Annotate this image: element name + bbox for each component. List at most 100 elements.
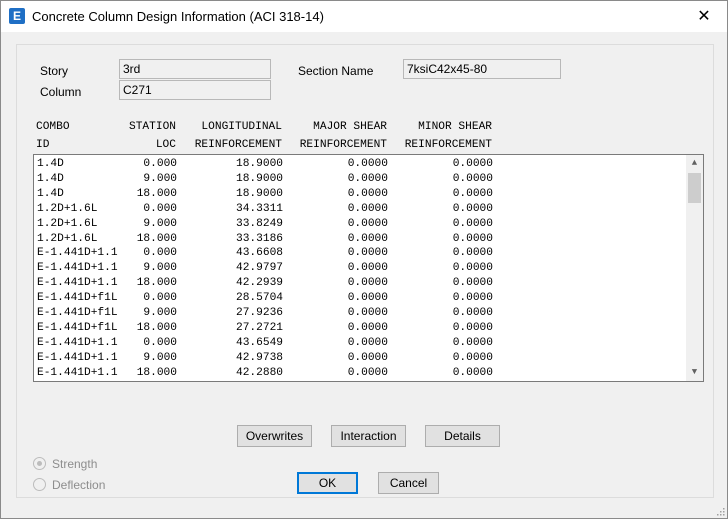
column-header-station: LOC [155,139,176,151]
chevron-up-icon[interactable]: ▲ [686,155,703,172]
section-name-label: Section Name [298,64,374,78]
resize-grip-icon[interactable] [715,506,725,516]
cell-major-shear: 0.0000 [347,321,388,334]
cell-minor-shear: 0.0000 [452,217,493,230]
cell-station: 9.000 [143,351,177,364]
table-row[interactable]: E-1.441D+1.1 18.000 42.2939 0.0000 0.0000 [34,276,684,291]
cell-minor-shear: 0.0000 [452,158,493,170]
cell-minor-shear: 0.0000 [452,262,493,275]
section-name-value: 7ksiC42x45-80 [403,59,561,79]
cell-station: 0.000 [143,336,177,349]
cell-major-shear: 0.0000 [347,158,388,170]
scrollbar-thumb[interactable] [688,173,701,203]
cell-longitudinal: 42.2880 [236,366,283,379]
table-row[interactable]: 1.2D+1.6L 18.000 33.3186 0.0000 0.0000 [34,232,684,247]
cell-major-shear: 0.0000 [347,247,388,260]
table-row[interactable]: 1.4D 0.000 18.9000 0.0000 0.0000 [34,157,684,172]
cell-longitudinal: 33.3186 [236,232,283,245]
cell-major-shear: 0.0000 [347,336,388,349]
cell-station: 0.000 [143,202,177,215]
cell-major-shear: 0.0000 [347,351,388,364]
cell-major-shear: 0.0000 [347,202,388,215]
table-row[interactable]: 1.2D+1.6L 9.000 33.8249 0.0000 0.0000 [34,217,684,232]
cell-combo: 1.2D+1.6L [37,232,98,245]
cell-station: 9.000 [143,217,177,230]
table-header: COMBO STATION LONGITUDINAL MAJOR SHEAR MINOR… [36,119,506,155]
table-row[interactable]: 1.2D+1.6L 0.000 34.3311 0.0000 0.0000 [34,202,684,217]
title-bar: E Concrete Column Design Information (AC… [1,1,727,32]
column-label: Column [40,85,82,99]
table-row[interactable]: E-1.441D+f1L 18.000 27.2721 0.0000 0.0000 [34,321,684,336]
table-row[interactable]: E-1.441D+1.1 9.000 42.9797 0.0000 0.0000 [34,261,684,276]
cell-minor-shear: 0.0000 [452,277,493,290]
column-value: C271 [119,80,271,100]
table-row[interactable]: E-1.441D+1.1 18.000 42.2880 0.0000 0.0000 [34,366,684,381]
cell-longitudinal: 34.3311 [236,202,283,215]
cell-minor-shear: 0.0000 [452,172,493,185]
cell-station: 9.000 [143,307,177,319]
cell-major-shear: 0.0000 [347,366,388,379]
cell-longitudinal: 42.9797 [236,262,283,275]
table-row[interactable]: E-1.441D+1.1 0.000 43.6608 0.0000 0.0000 [34,246,684,261]
cell-longitudinal: 43.6549 [236,336,283,349]
design-results-list[interactable]: E-1.441D+1.1 18.000 42.2880 0.0000 0.0000 E-1… [33,154,704,382]
overwrites-button[interactable]: Overwrites [237,425,312,447]
deflection-label: Deflection [52,478,106,492]
cell-station: 9.000 [143,172,177,185]
cell-combo: 1.2D+1.6L [37,217,98,230]
cell-combo: E-1.441D+f1L [37,321,118,334]
cell-combo: E-1.441D+1.1 [37,247,118,260]
cell-station: 9.000 [143,262,177,275]
table-row[interactable]: E-1.441D+f1L 0.000 28.5704 0.0000 0.0000 [34,291,684,306]
close-icon[interactable]: ✕ [681,1,727,32]
cell-longitudinal: 18.9000 [236,187,283,200]
cell-major-shear: 0.0000 [347,172,388,185]
cell-minor-shear: 0.0000 [452,292,493,305]
cancel-button[interactable]: Cancel [378,472,439,494]
cell-longitudinal: 42.9738 [236,351,283,364]
cell-minor-shear: 0.0000 [452,307,493,319]
cell-major-shear: 0.0000 [347,292,388,305]
column-header-major-shear: REINFORCEMENT [299,139,387,151]
cell-major-shear: 0.0000 [347,187,388,200]
table-row[interactable]: 1.4D 18.000 18.9000 0.0000 0.0000 [34,187,684,202]
strength-label: Strength [52,457,98,471]
strength-radio[interactable] [33,457,46,470]
cell-combo: 1.2D+1.6L [37,202,98,215]
table-row[interactable]: E-1.441D+1.1 0.000 43.6549 0.0000 0.0000 [34,336,684,351]
cell-station: 18.000 [136,277,177,290]
cell-minor-shear: 0.0000 [452,247,493,260]
cell-longitudinal: 27.9236 [236,307,283,319]
cell-major-shear: 0.0000 [347,262,388,275]
cell-combo: E-1.441D+1.1 [37,262,118,275]
ok-button[interactable]: OK [297,472,358,494]
table-row[interactable]: E-1.441D+f1L 9.000 27.9236 0.0000 0.0000 [34,306,684,321]
interaction-button[interactable]: Interaction [331,425,406,447]
cell-minor-shear: 0.0000 [452,202,493,215]
column-header-combo: ID [36,139,50,151]
cell-combo: E-1.441D+1.1 [37,351,118,364]
cell-minor-shear: 0.0000 [452,321,493,334]
cell-minor-shear: 0.0000 [452,351,493,364]
table-row[interactable]: E-1.441D+1.1 9.000 42.9738 0.0000 0.0000 [34,351,684,366]
column-header-longitudinal: LONGITUDINAL [201,121,282,133]
cell-station: 18.000 [136,187,177,200]
cell-station: 18.000 [136,366,177,379]
details-button[interactable]: Details [425,425,500,447]
cell-station: 18.000 [136,321,177,334]
chevron-down-icon[interactable]: ▼ [686,364,703,381]
cell-combo: E-1.441D+1.1 [37,366,118,379]
cell-combo: 1.4D [37,158,64,170]
vertical-scrollbar[interactable]: ▲ ▼ [686,155,703,381]
cell-longitudinal: 28.5704 [236,292,283,305]
cell-longitudinal: 18.9000 [236,158,283,170]
cell-longitudinal: 33.8249 [236,217,283,230]
column-header-major-shear: MAJOR SHEAR [313,121,387,133]
cell-major-shear: 0.0000 [347,232,388,245]
cell-minor-shear: 0.0000 [452,187,493,200]
deflection-radio[interactable] [33,478,46,491]
cell-combo: 1.4D [37,172,64,185]
table-row[interactable]: 1.4D 9.000 18.9000 0.0000 0.0000 [34,172,684,187]
cell-longitudinal: 27.2721 [236,321,283,334]
cell-longitudinal: 43.6608 [236,247,283,260]
